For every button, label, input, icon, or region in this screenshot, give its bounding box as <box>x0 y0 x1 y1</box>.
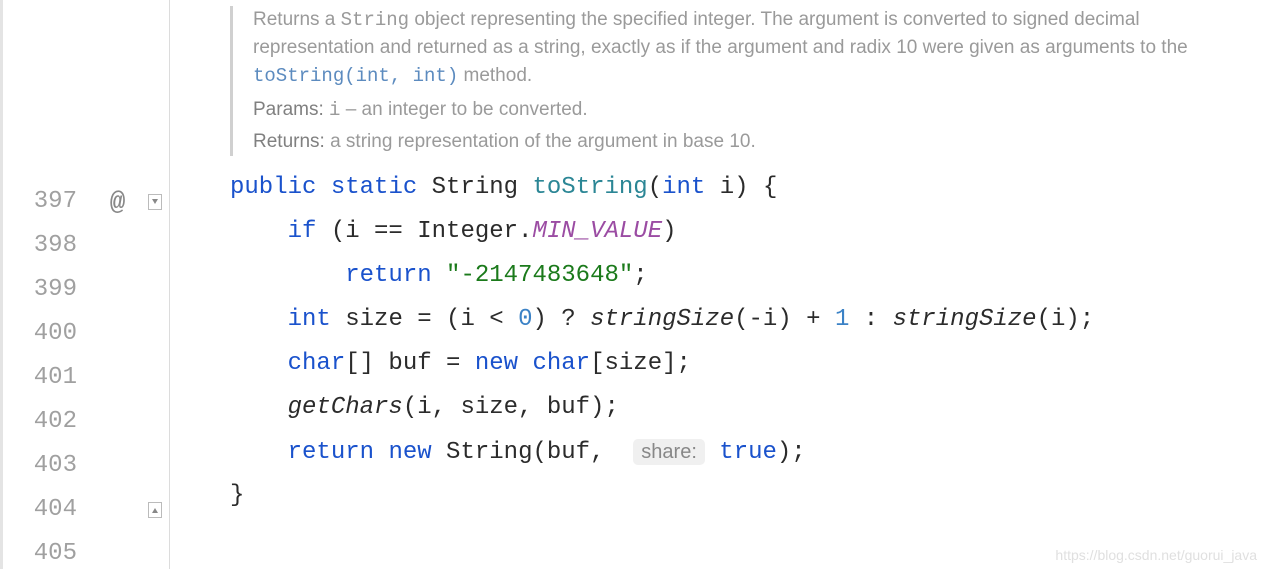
keyword: new <box>475 350 518 377</box>
method-call: getChars <box>288 394 403 421</box>
code-line[interactable]: char[] buf = new char[size]; <box>230 342 1277 386</box>
code-line[interactable]: public static String toString(int i) { <box>230 166 1277 210</box>
code-text: (i == Integer. <box>316 218 532 245</box>
type: String <box>432 174 518 201</box>
javadoc-returns: Returns: a string representation of the … <box>253 128 1190 156</box>
javadoc-param-name: i <box>329 99 340 121</box>
code-text: (i); <box>1037 306 1095 333</box>
line-number[interactable]: 403 <box>0 444 77 488</box>
code-text: i) { <box>705 174 777 201</box>
change-marker <box>0 0 3 569</box>
code-line[interactable]: if (i == Integer.MIN_VALUE) <box>230 210 1277 254</box>
javadoc-code-inline: String <box>341 9 409 31</box>
code-text: String(buf, <box>432 439 619 466</box>
fold-column <box>140 0 170 569</box>
fold-close-icon[interactable] <box>148 488 162 532</box>
line-number[interactable]: 397 <box>0 180 77 224</box>
javadoc-text: method. <box>458 65 532 86</box>
parameter-hint: share: <box>633 439 705 465</box>
method-call: stringSize <box>893 306 1037 333</box>
code-editor[interactable]: Returns a String object representing the… <box>170 0 1277 569</box>
line-numbers-column: 397 398 399 400 401 402 403 404 405 <box>0 0 95 569</box>
code-text: size = (i < <box>331 306 518 333</box>
keyword: return <box>345 262 431 289</box>
code-line[interactable]: } <box>230 474 1277 518</box>
number-literal: 1 <box>835 306 849 333</box>
code-text: } <box>230 482 244 509</box>
method-name: toString <box>532 174 647 201</box>
javadoc-text: Returns a <box>253 9 341 30</box>
line-number[interactable]: 401 <box>0 356 77 400</box>
number-literal: 0 <box>518 306 532 333</box>
line-number[interactable]: 398 <box>0 224 77 268</box>
boolean-literal: true <box>719 439 777 466</box>
annotation-column: @ <box>95 0 140 569</box>
code-text: (i, size, buf); <box>403 394 619 421</box>
hint-label: share: <box>641 441 697 463</box>
code-text: ) <box>662 218 676 245</box>
symbol: ; <box>633 262 647 289</box>
string-literal: "-2147483648" <box>446 262 633 289</box>
keyword: char <box>518 350 590 377</box>
symbol: ( <box>648 174 662 201</box>
javadoc-returns-label: Returns: <box>253 131 325 152</box>
keyword: char <box>288 350 346 377</box>
code-text: [] buf = <box>345 350 475 377</box>
method-call: stringSize <box>590 306 734 333</box>
javadoc-params: Params: i – an integer to be converted. <box>253 96 1190 124</box>
code-block[interactable]: public static String toString(int i) { i… <box>230 166 1277 518</box>
line-number[interactable]: 405 <box>0 532 77 576</box>
code-line[interactable]: getChars(i, size, buf); <box>230 386 1277 430</box>
code-line[interactable]: return new String(buf, share: true); <box>230 430 1277 474</box>
keyword: static <box>331 174 417 201</box>
fold-open-icon[interactable] <box>148 180 162 224</box>
code-text: ); <box>777 439 806 466</box>
constant: MIN_VALUE <box>532 218 662 245</box>
line-number[interactable]: 404 <box>0 488 77 532</box>
code-line[interactable]: return "-2147483648"; <box>230 254 1277 298</box>
code-line[interactable]: int size = (i < 0) ? stringSize(-i) + 1 … <box>230 298 1277 342</box>
line-number[interactable]: 400 <box>0 312 77 356</box>
javadoc-returns-desc: a string representation of the argument … <box>325 131 756 152</box>
keyword: public <box>230 174 316 201</box>
code-text: : <box>849 306 892 333</box>
keyword: new <box>388 439 431 466</box>
javadoc-params-label: Params: <box>253 99 324 120</box>
javadoc-description: Returns a String object representing the… <box>253 6 1190 90</box>
javadoc-param-desc: – an integer to be converted. <box>340 99 587 120</box>
javadoc-link[interactable]: toString(int, int) <box>253 65 458 87</box>
code-text: ) ? <box>532 306 590 333</box>
keyword: return <box>288 439 374 466</box>
code-text: [size]; <box>590 350 691 377</box>
line-number[interactable]: 402 <box>0 400 77 444</box>
keyword: if <box>288 218 317 245</box>
editor-gutter: 397 398 399 400 401 402 403 404 405 @ <box>0 0 170 569</box>
override-annotation-icon[interactable]: @ <box>95 180 140 224</box>
javadoc-rendered: Returns a String object representing the… <box>230 6 1190 156</box>
line-number[interactable]: 399 <box>0 268 77 312</box>
keyword: int <box>662 174 705 201</box>
watermark: https://blog.csdn.net/guorui_java <box>1055 547 1257 563</box>
code-text: (-i) + <box>734 306 835 333</box>
keyword: int <box>288 306 331 333</box>
